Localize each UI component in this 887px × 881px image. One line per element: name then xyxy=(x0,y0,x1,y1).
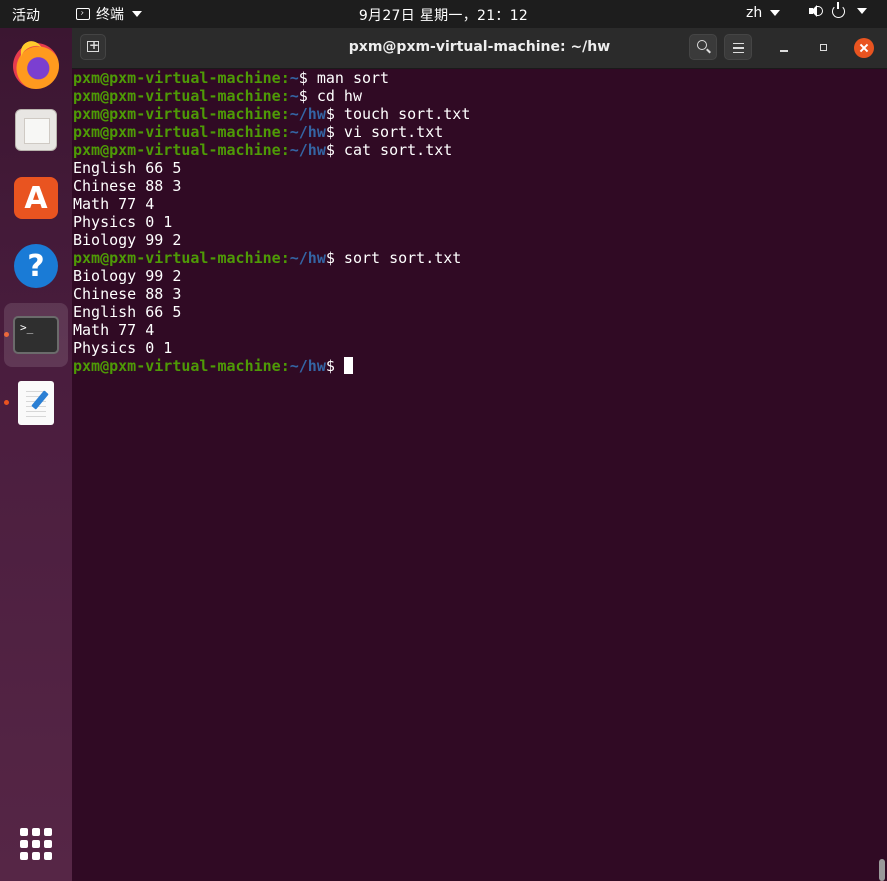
prompt-user-host: pxm@pxm-virtual-machine: xyxy=(73,105,290,123)
output-text: Physics 0 1 xyxy=(73,213,173,231)
prompt-user-host: pxm@pxm-virtual-machine: xyxy=(73,87,290,105)
output-line: Physics 0 1 xyxy=(73,213,873,231)
dock-item-terminal[interactable]: >_ xyxy=(4,303,68,367)
terminal-output: pxm@pxm-virtual-machine:~$ man sort pxm@p… xyxy=(73,69,873,375)
dock-item-help[interactable]: ? xyxy=(4,234,68,298)
window-title: pxm@pxm-virtual-machine: ~/hw xyxy=(348,39,611,55)
system-menu[interactable] xyxy=(808,1,867,18)
output-text: Physics 0 1 xyxy=(73,339,173,357)
prompt-user-host: pxm@pxm-virtual-machine: xyxy=(73,357,290,375)
prompt-line: pxm@pxm-virtual-machine:~/hw$ touch sort… xyxy=(73,105,873,123)
terminal-icon: >_ xyxy=(13,316,59,354)
prompt-line: pxm@pxm-virtual-machine:~/hw$ cat sort.t… xyxy=(73,141,873,159)
text-editor-icon xyxy=(18,381,54,425)
chevron-down-icon xyxy=(857,8,867,14)
maximize-button[interactable] xyxy=(817,41,831,55)
output-line: Math 77 4 xyxy=(73,321,873,339)
minimize-button[interactable] xyxy=(777,41,791,55)
prompt-path: ~/hw xyxy=(289,105,326,123)
scrollbar-thumb[interactable] xyxy=(879,859,885,881)
input-method-menu[interactable]: zh xyxy=(746,5,781,21)
output-text: Math 77 4 xyxy=(73,321,155,339)
prompt-path: ~/hw xyxy=(289,357,326,375)
command-text: $ man sort xyxy=(298,69,390,87)
volume-icon xyxy=(808,4,823,18)
text-cursor xyxy=(343,357,353,374)
hamburger-menu-button[interactable] xyxy=(724,34,752,60)
command-text: $ vi sort.txt xyxy=(325,123,444,141)
prompt-user-host: pxm@pxm-virtual-machine: xyxy=(73,141,290,159)
output-text: Chinese 88 3 xyxy=(73,285,182,303)
dock-item-ubuntu-software[interactable]: A xyxy=(4,166,68,230)
top-bar: 活动 终端 9月27日 星期一，21：12 zh xyxy=(0,0,887,28)
command-text: $ xyxy=(325,357,344,375)
language-label: zh xyxy=(746,5,763,21)
output-line: Math 77 4 xyxy=(73,195,873,213)
dock: A ? >_ xyxy=(0,28,72,881)
output-line: Chinese 88 3 xyxy=(73,177,873,195)
power-icon xyxy=(832,1,845,18)
scrollbar[interactable] xyxy=(875,69,885,881)
output-line: Biology 99 2 xyxy=(73,231,873,249)
dock-item-text-editor[interactable] xyxy=(4,371,68,435)
prompt-path: ~/hw xyxy=(289,141,326,159)
output-text: Chinese 88 3 xyxy=(73,177,182,195)
prompt-path: ~ xyxy=(289,87,299,105)
search-button[interactable] xyxy=(689,34,717,60)
output-line: Physics 0 1 xyxy=(73,339,873,357)
terminal-body[interactable]: pxm@pxm-virtual-machine:~$ man sort pxm@p… xyxy=(72,69,887,881)
command-text: $ sort sort.txt xyxy=(325,249,462,267)
prompt-path: ~/hw xyxy=(289,123,326,141)
output-line: English 66 5 xyxy=(73,159,873,177)
prompt-line: pxm@pxm-virtual-machine:~/hw$ vi sort.tx… xyxy=(73,123,873,141)
command-text: $ cd hw xyxy=(298,87,362,105)
prompt-line: pxm@pxm-virtual-machine:~/hw$ sort sort.… xyxy=(73,249,873,267)
output-text: Biology 99 2 xyxy=(73,267,182,285)
output-text: Math 77 4 xyxy=(73,195,155,213)
help-icon: ? xyxy=(14,244,58,288)
terminal-window: pxm@pxm-virtual-machine: ~/hw pxm@pxm-vi… xyxy=(72,28,887,881)
dock-item-firefox[interactable] xyxy=(4,34,68,98)
prompt-line: pxm@pxm-virtual-machine:~/hw$ xyxy=(73,357,873,375)
firefox-icon xyxy=(13,43,59,89)
prompt-user-host: pxm@pxm-virtual-machine: xyxy=(73,249,290,267)
close-button[interactable] xyxy=(854,38,874,58)
prompt-user-host: pxm@pxm-virtual-machine: xyxy=(73,123,290,141)
window-titlebar[interactable]: pxm@pxm-virtual-machine: ~/hw xyxy=(72,28,887,69)
dock-item-files[interactable] xyxy=(4,98,68,162)
output-line: English 66 5 xyxy=(73,303,873,321)
output-line: Biology 99 2 xyxy=(73,267,873,285)
prompt-line: pxm@pxm-virtual-machine:~$ man sort xyxy=(73,69,873,87)
output-text: Biology 99 2 xyxy=(73,231,182,249)
prompt-path: ~/hw xyxy=(289,249,326,267)
prompt-path: ~ xyxy=(289,69,299,87)
software-store-icon: A xyxy=(14,177,58,219)
output-text: English 66 5 xyxy=(73,159,182,177)
output-text: English 66 5 xyxy=(73,303,182,321)
prompt-user-host: pxm@pxm-virtual-machine: xyxy=(73,69,290,87)
output-line: Chinese 88 3 xyxy=(73,285,873,303)
show-applications-button[interactable] xyxy=(20,828,52,860)
files-icon xyxy=(15,109,57,151)
command-text: $ cat sort.txt xyxy=(325,141,453,159)
chevron-down-icon xyxy=(770,10,781,16)
prompt-line: pxm@pxm-virtual-machine:~$ cd hw xyxy=(73,87,873,105)
command-text: $ touch sort.txt xyxy=(325,105,471,123)
